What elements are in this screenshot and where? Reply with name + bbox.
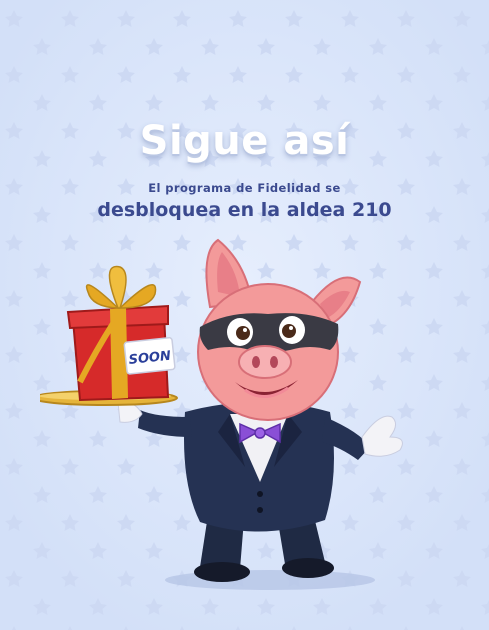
pig-mascot-icon: SOON xyxy=(40,238,403,590)
unlock-message-line1: El programa de Fidelidad se xyxy=(148,181,341,195)
page-title: Sigue así xyxy=(139,118,350,164)
gift-box-icon: SOON xyxy=(66,265,176,402)
unlock-message-line2: desbloquea en la aldea 210 xyxy=(97,199,392,221)
pig-head xyxy=(197,238,362,421)
